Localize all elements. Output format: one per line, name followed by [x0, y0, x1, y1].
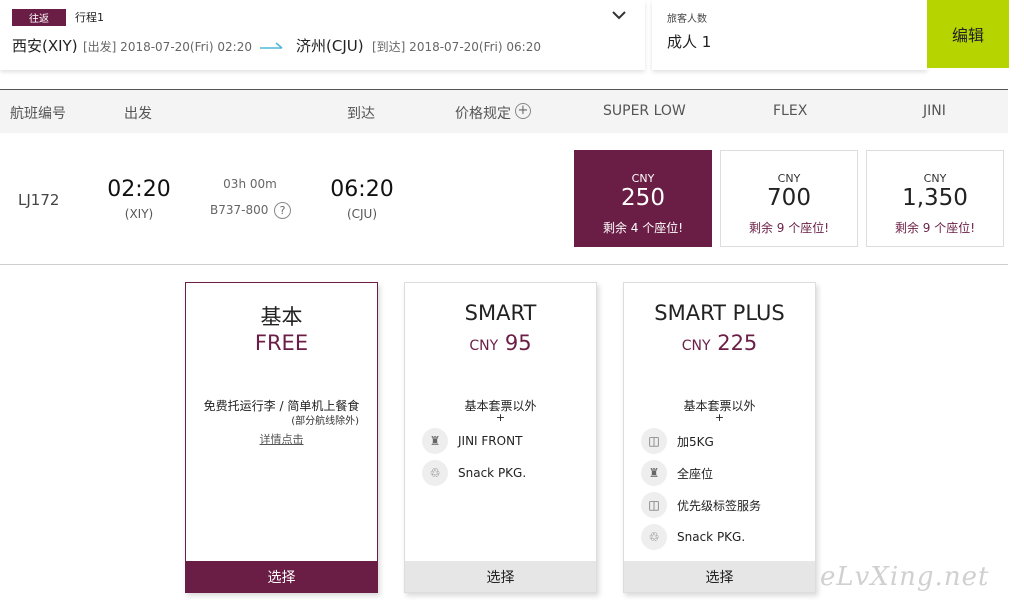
- header-arrival: 到达: [347, 106, 375, 122]
- itinerary-panel[interactable]: 往返 行程1 西安(XIY) [出发] 2018-07-20(Fri) 02:2…: [0, 0, 645, 70]
- flight-row: LJ172 02:20 (XIY) 03h 00m B737-800 ? 06:…: [0, 133, 1008, 265]
- select-smart-button[interactable]: 选择: [405, 561, 596, 592]
- feature-item: ♲ Snack PKG.: [641, 523, 745, 551]
- meal-icon: ♲: [641, 524, 667, 550]
- fare-seats-left: 剩余 9 个座位!: [894, 221, 976, 235]
- flight-duration: 03h 00m: [223, 177, 277, 191]
- header-super-low: SUPER LOW: [603, 103, 686, 119]
- feature-item: ♜ 全座位: [641, 459, 713, 487]
- departure-time: 02:20: [107, 177, 171, 202]
- arrival-datetime: [到达] 2018-07-20(Fri) 06:20: [372, 40, 541, 54]
- flight-table-header: 航班编号 出发 到达 价格规定 + SUPER LOW FLEX JINI: [0, 89, 1008, 133]
- fare-amount: 250: [621, 185, 665, 211]
- feature-label: 加5KG: [677, 434, 714, 449]
- aircraft-type: B737-800: [210, 203, 269, 217]
- passenger-panel[interactable]: 旅客人数 成人 1: [652, 0, 927, 70]
- feature-label: Snack PKG.: [458, 466, 527, 480]
- feature-item: ◫ 加5KG: [641, 427, 714, 455]
- bundle-amount: 225: [717, 331, 758, 355]
- arrival-city: 济州(CJU): [296, 37, 364, 55]
- feature-label: Snack PKG.: [677, 530, 746, 544]
- bundle-note: (部分航线除外): [291, 416, 359, 427]
- feature-label: 优先级标签服务: [677, 498, 762, 513]
- fare-currency: CNY: [923, 172, 947, 185]
- departure-city: 西安(XIY): [12, 37, 78, 55]
- edit-search-button[interactable]: 编辑: [927, 0, 1009, 68]
- feature-item: ♜ JINI FRONT: [422, 427, 522, 455]
- passenger-count-value: 成人 1: [667, 33, 712, 51]
- arrival-code: (CJU): [346, 207, 378, 221]
- bundle-smart-plus[interactable]: SMART PLUS CNY 225 基本套票以外 + ◫ 加5KG ♜ 全座位…: [623, 282, 816, 593]
- feature-item: ◫ 优先级标签服务: [641, 491, 761, 519]
- round-trip-badge: 往返: [12, 9, 66, 26]
- departure-datetime: [出发] 2018-07-20(Fri) 02:20: [83, 40, 252, 54]
- fare-seats-left: 剩余 9 个座位!: [748, 221, 830, 235]
- header-departure: 出发: [124, 106, 152, 122]
- meal-icon: ♲: [422, 460, 448, 486]
- bundle-plus: +: [714, 411, 725, 424]
- bundle-amount: 95: [504, 331, 532, 355]
- bundle-plus: +: [495, 411, 506, 424]
- seat-icon: ♜: [422, 428, 448, 454]
- priority-tag-icon: ◫: [641, 492, 667, 518]
- header-flight-number: 航班编号: [10, 106, 66, 122]
- select-basic-button[interactable]: 选择: [186, 561, 377, 592]
- feature-label: JINI FRONT: [458, 434, 523, 448]
- fare-seats-left: 剩余 4 个座位!: [602, 221, 684, 235]
- header-jini: JINI: [923, 103, 946, 119]
- fare-amount: 1,350: [902, 185, 968, 211]
- fare-amount: 700: [767, 185, 811, 211]
- flight-number: LJ172: [18, 191, 60, 209]
- fare-rules-plus-icon[interactable]: +: [515, 103, 531, 119]
- route-arrow-icon: [260, 42, 283, 49]
- search-summary-bar: 往返 行程1 西安(XIY) [出发] 2018-07-20(Fri) 02:2…: [0, 0, 1024, 70]
- bundle-currency: CNY: [681, 338, 711, 354]
- select-smart-plus-button[interactable]: 选择: [624, 561, 815, 592]
- bundle-title: SMART: [464, 301, 537, 325]
- fare-super-low[interactable]: CNY 250 剩余 4 个座位!: [574, 150, 712, 247]
- bundle-basic[interactable]: 基本 FREE 免费托运行李 / 简单机上餐食 (部分航线除外) 详情点击 选择: [185, 282, 378, 593]
- fare-jini[interactable]: CNY 1,350 剩余 9 个座位!: [866, 150, 1004, 247]
- header-flex: FLEX: [773, 103, 808, 119]
- departure-code: (XIY): [124, 207, 154, 221]
- aircraft-info-icon[interactable]: ?: [274, 202, 291, 219]
- bundle-details-link[interactable]: 详情点击: [186, 431, 377, 447]
- fare-flex[interactable]: CNY 700 剩余 9 个座位!: [720, 150, 858, 247]
- passenger-count-label: 旅客人数: [667, 14, 707, 25]
- chevron-down-icon[interactable]: [610, 8, 628, 22]
- feature-item: ♲ Snack PKG.: [422, 459, 526, 487]
- bundle-currency: CNY: [469, 338, 499, 354]
- bundle-smart[interactable]: SMART CNY 95 基本套票以外 + ♜ JINI FRONT ♲ Sna…: [404, 282, 597, 593]
- watermark: eLvXing.net: [820, 562, 990, 592]
- bundle-title: 基本: [260, 305, 303, 329]
- bundle-price: FREE: [254, 331, 309, 355]
- itinerary-label: 行程1: [75, 11, 104, 24]
- header-fare-rules[interactable]: 价格规定: [455, 103, 511, 123]
- bundle-price: CNY 95: [405, 331, 596, 355]
- bundle-title: SMART PLUS: [654, 301, 785, 325]
- seat-icon: ♜: [641, 460, 667, 486]
- baggage-icon: ◫: [641, 428, 667, 454]
- feature-label: 全座位: [677, 466, 714, 481]
- bundle-price: CNY 225: [624, 331, 815, 355]
- arrival-time: 06:20: [330, 177, 394, 202]
- fare-currency: CNY: [631, 172, 655, 185]
- fare-currency: CNY: [777, 172, 801, 185]
